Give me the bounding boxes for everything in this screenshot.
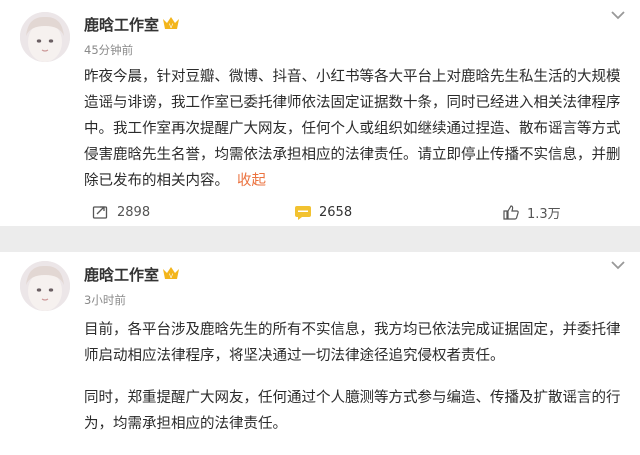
post-content: 昨夜今晨，针对豆瓣、微博、抖音、小红书等各大平台上对鹿晗先生私生活的大规模造谣与… <box>84 64 624 194</box>
like-icon <box>503 205 519 220</box>
username[interactable]: 鹿晗工作室 <box>84 14 159 35</box>
post-paragraph: 目前，各平台涉及鹿晗先生的所有不实信息，我方均已依法完成证据固定，并委托律师启动… <box>84 322 621 364</box>
chevron-down-icon[interactable] <box>610 10 626 20</box>
comment-button[interactable]: 2658 <box>294 198 352 226</box>
post-separator <box>0 226 640 252</box>
post-content: 目前，各平台涉及鹿晗先生的所有不实信息，我方均已依法完成证据固定，并委托律师启动… <box>84 317 624 437</box>
vip-badge-icon: V <box>163 17 179 30</box>
post-time: 45分钟前 <box>84 43 134 57</box>
repost-count: 2898 <box>117 204 151 220</box>
post-time: 3小时前 <box>84 293 126 307</box>
comment-icon <box>295 206 311 220</box>
vip-badge-icon: V <box>163 267 179 280</box>
repost-icon <box>92 206 108 219</box>
like-button[interactable]: 1.3万 <box>502 198 561 226</box>
username[interactable]: 鹿晗工作室 <box>84 264 159 285</box>
post-paragraph: 昨夜今晨，针对豆瓣、微博、抖音、小红书等各大平台上对鹿晗先生私生活的大规模造谣与… <box>84 69 621 189</box>
action-bar: 2898 2658 1.3万 <box>0 198 640 226</box>
comment-count: 2658 <box>319 204 353 220</box>
collapse-link[interactable]: 收起 <box>237 173 266 189</box>
avatar[interactable] <box>20 12 70 62</box>
avatar[interactable] <box>20 261 70 311</box>
repost-button[interactable]: 2898 <box>92 198 150 226</box>
weibo-post-1: 鹿晗工作室 V 45分钟前 昨夜今晨，针对豆瓣、微博、抖音、小红书等各大平台上对… <box>0 0 640 226</box>
post-paragraph: 同时，郑重提醒广大网友，任何通过个人臆测等方式参与编造、传播及扩散谣言的行为，均… <box>84 390 621 432</box>
weibo-post-2: 鹿晗工作室 V 3小时前 目前，各平台涉及鹿晗先生的所有不实信息，我方均已依法完… <box>0 252 640 455</box>
like-count: 1.3万 <box>527 206 561 222</box>
chevron-down-icon[interactable] <box>610 260 626 270</box>
